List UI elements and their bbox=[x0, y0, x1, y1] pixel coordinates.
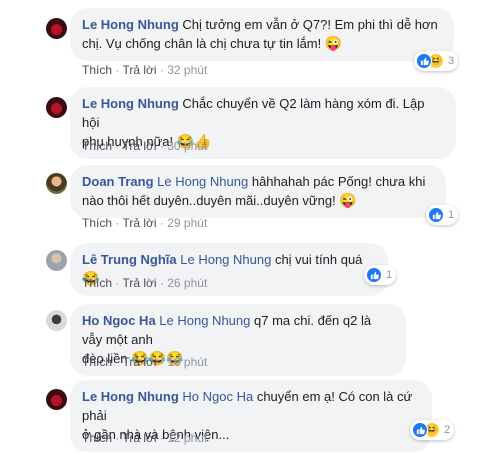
comment-time[interactable]: 12 phút bbox=[167, 431, 207, 445]
comment-author[interactable]: Le Hong Nhung bbox=[82, 17, 179, 32]
reply-link[interactable]: Trả lời bbox=[122, 216, 156, 230]
reply-link[interactable]: Trả lời bbox=[122, 355, 156, 369]
reaction-summary[interactable]: 😆 2 bbox=[410, 420, 455, 440]
comment-bubble: Doan Trang Le Hong Nhung hâhhahah pác Pố… bbox=[70, 165, 446, 218]
comment-actions: Thích · Trả lời · 32 phút bbox=[82, 63, 208, 77]
like-link[interactable]: Thích bbox=[82, 355, 112, 369]
comment-tag[interactable]: Le Hong Nhung bbox=[180, 252, 271, 267]
avatar[interactable] bbox=[46, 250, 67, 271]
reaction-summary[interactable]: 1 bbox=[364, 265, 397, 285]
like-link[interactable]: Thích bbox=[82, 63, 112, 77]
comment-actions: Thích · Trả lời · 30 phút bbox=[82, 139, 208, 153]
comment-bubble: Le Hong Nhung Chị tưởng em vẫn ở Q7?! Em… bbox=[70, 8, 454, 61]
like-icon bbox=[366, 267, 382, 283]
reply-link[interactable]: Trả lời bbox=[122, 431, 156, 445]
like-icon bbox=[428, 207, 444, 223]
comment-time[interactable]: 29 phút bbox=[167, 216, 207, 230]
reply-link[interactable]: Trả lời bbox=[122, 63, 156, 77]
reaction-summary[interactable]: 😆 3 bbox=[414, 51, 459, 71]
comment-actions: Thích · Trả lời · 26 phút bbox=[82, 276, 208, 290]
avatar[interactable] bbox=[46, 97, 67, 118]
comment-actions: Thích · Trả lời · 12 phút bbox=[82, 431, 208, 445]
comment-text: Chị tưởng em vẫn ở Q7?! Em phi thì dễ hơ… bbox=[182, 17, 438, 32]
like-icon bbox=[416, 53, 432, 69]
comment-text: hâhhahah pác Pống! chưa khi bbox=[251, 174, 426, 189]
like-link[interactable]: Thích bbox=[82, 431, 112, 445]
reaction-summary[interactable]: 1 bbox=[426, 205, 459, 225]
avatar[interactable] bbox=[46, 310, 67, 331]
reaction-count: 1 bbox=[386, 269, 393, 281]
comment-author[interactable]: Le Hong Nhung bbox=[82, 96, 179, 111]
comment-time[interactable]: 32 phút bbox=[167, 63, 207, 77]
comment-text: chị vui tính quá bbox=[274, 252, 363, 267]
comment-emoji: 😜 bbox=[324, 35, 343, 51]
reply-link[interactable]: Trả lời bbox=[122, 139, 156, 153]
comment-time[interactable]: 26 phút bbox=[167, 276, 207, 290]
comment-time[interactable]: 30 phút bbox=[167, 139, 207, 153]
avatar[interactable] bbox=[46, 173, 67, 194]
like-link[interactable]: Thích bbox=[82, 216, 112, 230]
reply-link[interactable]: Trả lời bbox=[122, 276, 156, 290]
comment-actions: Thích · Trả lời · 16 phút bbox=[82, 355, 208, 369]
like-icon bbox=[412, 422, 428, 438]
comment-text: nào thôi hết duyên..duyên mãi..duyên vữn… bbox=[82, 193, 336, 208]
comment-author[interactable]: Le Hong Nhung bbox=[82, 389, 179, 404]
comment-text: chị. Vụ chống chân là chị chưa tự tin lắ… bbox=[82, 36, 322, 51]
comment-tag[interactable]: Ho Ngoc Ha bbox=[182, 389, 253, 404]
comment-actions: Thích · Trả lời · 29 phút bbox=[82, 216, 208, 230]
avatar[interactable] bbox=[46, 389, 67, 410]
comment-tag[interactable]: Le Hong Nhung bbox=[157, 174, 248, 189]
reaction-count: 1 bbox=[448, 209, 455, 221]
reaction-count: 3 bbox=[448, 55, 455, 67]
like-link[interactable]: Thích bbox=[82, 139, 112, 153]
comment-time[interactable]: 16 phút bbox=[167, 355, 207, 369]
like-link[interactable]: Thích bbox=[82, 276, 112, 290]
comment-tag[interactable]: Le Hong Nhung bbox=[159, 313, 250, 328]
comment-emoji: 😜 bbox=[339, 192, 357, 208]
comment-author[interactable]: Lê Trung Nghĩa bbox=[82, 252, 177, 267]
reaction-count: 2 bbox=[444, 424, 451, 436]
comment-author[interactable]: Doan Trang bbox=[82, 174, 154, 189]
comment-author[interactable]: Ho Ngoc Ha bbox=[82, 313, 156, 328]
avatar[interactable] bbox=[46, 18, 67, 39]
